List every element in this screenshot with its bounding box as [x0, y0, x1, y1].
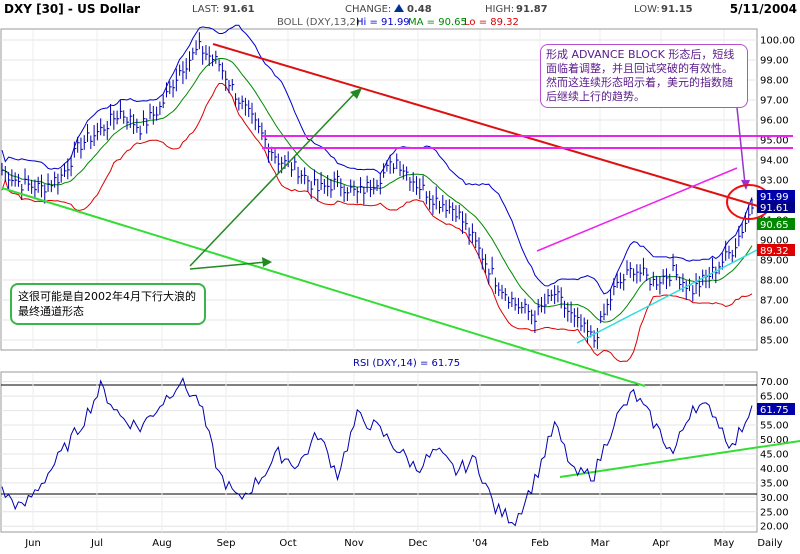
boll-lo: Lo = 89.32 — [464, 17, 519, 28]
price-tick-label: 85.00 — [760, 336, 789, 347]
up-arrow-icon — [394, 4, 404, 12]
high-label: HIGH: — [485, 4, 514, 15]
boll-ma: MA = 90.65 — [408, 17, 467, 28]
low-value: 91.15 — [661, 4, 693, 15]
price-badges: 91.99 91.61 90.65 89.32 — [757, 190, 795, 257]
badge-last: 91.61 — [760, 203, 789, 214]
month-tick-label: May — [714, 538, 735, 549]
price-tick-label: 95.00 — [760, 136, 789, 147]
purple-arrow-to-circle — [735, 97, 746, 185]
badge-ma: 90.65 — [760, 220, 789, 231]
price-tick-label: 100.00 — [760, 36, 795, 47]
rsi-tick-label: 65.00 — [760, 392, 789, 403]
month-tick-label: Mar — [591, 538, 611, 549]
month-tick-label: Jun — [24, 538, 41, 549]
price-tick-label: 99.00 — [760, 56, 789, 67]
last-label: LAST: — [192, 4, 219, 15]
channel-annotation-text: 这很可能是自2002年4月下行大浪的最终通道形态 — [18, 290, 196, 318]
chart-window: DXY [30] - US Dollar LAST: 91.61 CHANGE:… — [0, 0, 800, 550]
rsi-tick-label: 30.00 — [760, 493, 789, 504]
cyan-channel-lower-line — [576, 249, 758, 344]
price-tick-label: 93.00 — [760, 176, 789, 187]
price-tick-label: 89.00 — [760, 256, 789, 267]
rsi-tick-label: 40.00 — [760, 464, 789, 475]
rsi-tick-label: 55.00 — [760, 421, 789, 432]
rsi-legend: RSI (DXY,14) = 61.75 — [353, 358, 460, 369]
badge-hi: 91.99 — [760, 192, 789, 203]
change-label: CHANGE: — [345, 4, 391, 15]
price-tick-label: 96.00 — [760, 116, 789, 127]
rsi-axis: 20.0025.0030.0035.0040.0045.0050.0055.00… — [760, 377, 789, 533]
price-tick-label: 97.00 — [760, 96, 789, 107]
rsi-tick-label: 70.00 — [760, 377, 789, 388]
rsi-tick-label: 35.00 — [760, 478, 789, 489]
month-tick-label: Dec — [408, 538, 427, 549]
price-tick-label: 87.00 — [760, 296, 789, 307]
month-tick-label: Oct — [279, 538, 296, 549]
symbol-title: DXY [30] - US Dollar — [4, 2, 140, 16]
arrow-head-icon — [262, 257, 272, 267]
price-tick-label: 88.00 — [760, 276, 789, 287]
rsi-badge: 61.75 — [760, 405, 789, 416]
boll-legend: BOLL (DXY,13,2) Hi = 91.99 MA = 90.65 Lo… — [277, 17, 519, 28]
date-label: 5/11/2004 — [730, 2, 797, 16]
price-tick-label: 98.00 — [760, 76, 789, 87]
month-tick-label: Nov — [344, 538, 364, 549]
month-tick-label: Sep — [217, 538, 236, 549]
change-value: 0.48 — [407, 4, 432, 15]
badge-lo: 89.32 — [760, 246, 789, 257]
month-tick-label: Feb — [531, 538, 549, 549]
advance-block-annotation: 形成 ADVANCE BLOCK 形态后，短线面临着调整，并且回试突破的有效性。… — [540, 44, 748, 108]
month-tick-label: Aug — [152, 538, 172, 549]
rsi-line — [1, 377, 753, 527]
rsi-tick-label: 45.00 — [760, 449, 789, 460]
price-tick-label: 86.00 — [760, 316, 789, 327]
month-tick-label: '04 — [472, 538, 487, 549]
rsi-tick-label: 25.00 — [760, 507, 789, 518]
header-bar: DXY [30] - US Dollar LAST: 91.61 CHANGE:… — [4, 2, 797, 16]
low-label: LOW: — [634, 4, 660, 15]
high-value: 91.87 — [516, 4, 548, 15]
month-tick-label: Apr — [652, 538, 670, 549]
month-tick-label: Daily — [757, 538, 782, 549]
advance-block-text: 形成 ADVANCE BLOCK 形态后，短线面临着调整，并且回试突破的有效性。… — [546, 48, 735, 103]
channel-annotation: 这很可能是自2002年4月下行大浪的最终通道形态 — [10, 283, 206, 325]
rsi-tick-label: 20.00 — [760, 522, 789, 533]
last-value: 91.61 — [223, 4, 255, 15]
boll-label: BOLL (DXY,13,2) — [277, 17, 360, 28]
boll-hi: Hi = 91.99 — [356, 17, 410, 28]
month-tick-label: Jul — [90, 538, 103, 549]
rsi-grid — [1, 381, 757, 527]
price-tick-label: 94.00 — [760, 156, 789, 167]
